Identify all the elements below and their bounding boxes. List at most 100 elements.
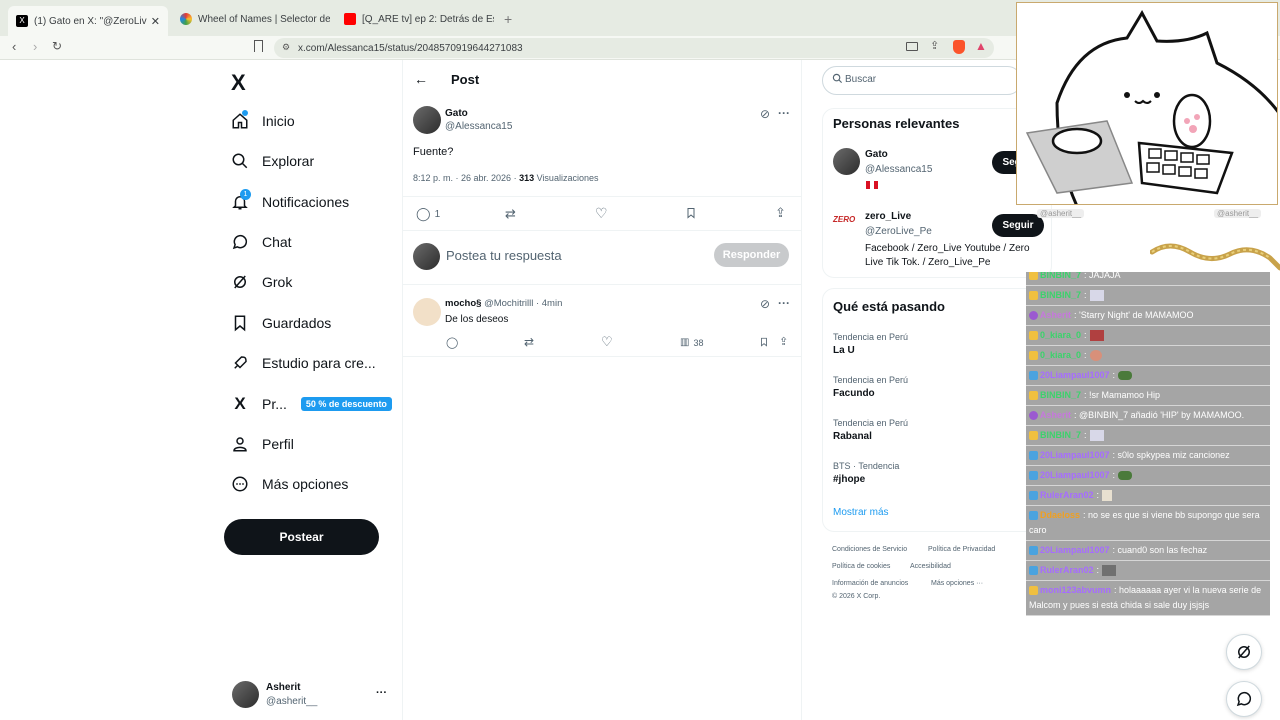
post-more-icon[interactable]: ··· [778,106,790,120]
person-handle[interactable]: @ZeroLive_Pe [865,226,932,237]
divider [403,284,801,285]
trend-item[interactable]: #jhope [833,474,865,485]
account-name: Asherit [266,682,301,693]
tab-title: (1) Gato en X: "@ZeroLive_Pe Fu [34,15,147,27]
account-avatar[interactable] [232,681,259,708]
reply-composer-avatar [413,243,440,270]
nav-premium[interactable]: X Pr... 50 % de descuento [230,389,392,419]
url-field[interactable]: ⚙ x.com/Alessanca15/status/2048570919644… [274,38,994,58]
bookmark-action-icon[interactable] [685,206,697,220]
reply-share-icon[interactable]: ⇪ [779,335,788,348]
divider [403,230,801,231]
show-more-link[interactable]: Mostrar más [833,507,889,518]
emote-icon [1089,430,1104,442]
notification-badge: 1 [240,189,251,200]
bookmark-page-icon[interactable] [254,40,263,52]
nav-bookmarks[interactable]: Guardados [230,308,331,338]
grok-explain-icon[interactable]: ⊘ [760,107,770,121]
like-icon[interactable]: ♡ [595,205,608,222]
footer-link[interactable]: Condiciones de Servicio [832,546,907,553]
nav-profile[interactable]: Perfil [230,429,294,459]
chat-icon [1236,691,1252,707]
nav-home[interactable]: Inicio [230,106,295,136]
nav-notifications[interactable]: 1 Notificaciones [230,187,349,217]
back-arrow-icon[interactable]: ← [414,71,428,87]
page-title: Post [451,72,480,87]
reply-reply-icon[interactable]: ◯ [446,336,458,349]
reload-icon[interactable]: ↻ [52,39,62,53]
reply-time[interactable]: · 4min [536,298,562,309]
premium-discount-badge: 50 % de descuento [300,397,392,411]
nav-chat[interactable]: Chat [230,227,292,257]
footer-link[interactable]: Política de cookies [832,563,890,570]
repost-icon[interactable]: ⇄ [505,206,516,222]
account-more-icon[interactable]: ··· [376,687,387,699]
reply-repost-icon[interactable]: ⇄ [524,335,534,349]
post-author-name[interactable]: Gato [445,108,468,119]
emote-icon [1118,471,1133,481]
grok-icon [230,272,250,292]
trend-item[interactable]: La U [833,345,855,356]
person-name[interactable]: zero_Live [865,211,911,222]
person-avatar[interactable] [833,148,860,175]
reply-action[interactable]: ◯ 1 [416,206,440,222]
reply-author-avatar[interactable] [413,298,441,326]
brave-rewards-icon[interactable]: ▲ [975,39,987,53]
subscriber-badge-icon [1029,331,1038,341]
close-tab-icon[interactable]: ✕ [151,15,160,28]
chat-message: moni123abvumn: holaaaaaa ayer vi la nuev… [1026,581,1270,616]
share-post-icon[interactable]: ⇪ [775,205,786,221]
chat-username: RulerAran02 [1040,490,1094,500]
messages-floating-button[interactable] [1226,681,1262,717]
new-tab-button[interactable]: + [504,8,512,30]
reply-like-icon[interactable]: ♡ [601,334,613,350]
chat-username: moni123abvumn [1040,585,1112,595]
site-info-icon[interactable]: ⚙ [282,42,290,53]
post-author-handle[interactable]: @Alessanca15 [445,121,512,132]
tab-youtube[interactable]: [Q_ARE tv] ep 2: Detrás de Escenas V [344,8,494,30]
footer-link[interactable]: Información de anuncios [832,580,908,587]
person-handle[interactable]: @Alessanca15 [865,164,932,175]
follow-button[interactable]: Seguir [992,214,1044,237]
trend-item[interactable]: Rabanal [833,431,872,442]
person-name[interactable]: Gato [865,149,888,160]
moderator-badge-icon [1029,291,1038,301]
grok-explain-icon[interactable]: ⊘ [760,297,770,311]
footer-link[interactable]: Accesibilidad [910,563,951,570]
share-icon[interactable]: ⇪ [930,39,939,52]
reply-author-name[interactable]: mocho§ [445,298,481,309]
x-icon: X [234,394,246,413]
reply-submit-button[interactable]: Responder [714,243,789,267]
emote-icon [1118,371,1133,381]
nav-explore[interactable]: Explorar [230,146,314,176]
reply-views[interactable]: ▥ 38 [680,337,703,348]
footer-link[interactable]: Más opciones ··· [931,580,983,587]
post-author-avatar[interactable] [413,106,441,134]
back-icon[interactable]: ‹ [12,39,16,54]
reply-more-icon[interactable]: ··· [778,296,790,310]
tab-wheel-of-names[interactable]: Wheel of Names | Selector de nomb [180,8,330,30]
tab-x-post[interactable]: X (1) Gato en X: "@ZeroLive_Pe Fu ✕ [8,6,168,36]
emote-icon [1102,490,1113,502]
cast-icon[interactable] [906,42,918,51]
reply-author-handle[interactable]: @Mochitrilll [484,298,533,309]
nav-creator-studio[interactable]: Estudio para cre... [230,348,376,378]
nav-grok[interactable]: Grok [230,267,292,297]
nav-label: Perfil [262,436,294,452]
forward-icon[interactable]: › [33,39,37,54]
chat-text: : [1096,565,1100,575]
reply-input[interactable]: Postea tu respuesta [446,248,562,263]
brave-shield-icon[interactable] [953,40,965,54]
nav-more-options[interactable]: Más opciones [230,469,348,499]
post-button[interactable]: Postear [224,519,379,555]
grok-floating-button[interactable] [1226,634,1262,670]
reply-views-count: 38 [693,337,704,348]
trend-item[interactable]: Facundo [833,388,875,399]
reply-bookmark-icon[interactable] [759,336,769,348]
x-logo-icon[interactable]: X [231,70,246,96]
footer-link[interactable]: Política de Privacidad [928,546,995,553]
search-input[interactable]: Buscar [822,66,1022,95]
subscriber-badge-icon [1029,566,1038,576]
zero-live-logo[interactable]: ZERO [833,215,860,233]
person-icon [230,434,250,454]
